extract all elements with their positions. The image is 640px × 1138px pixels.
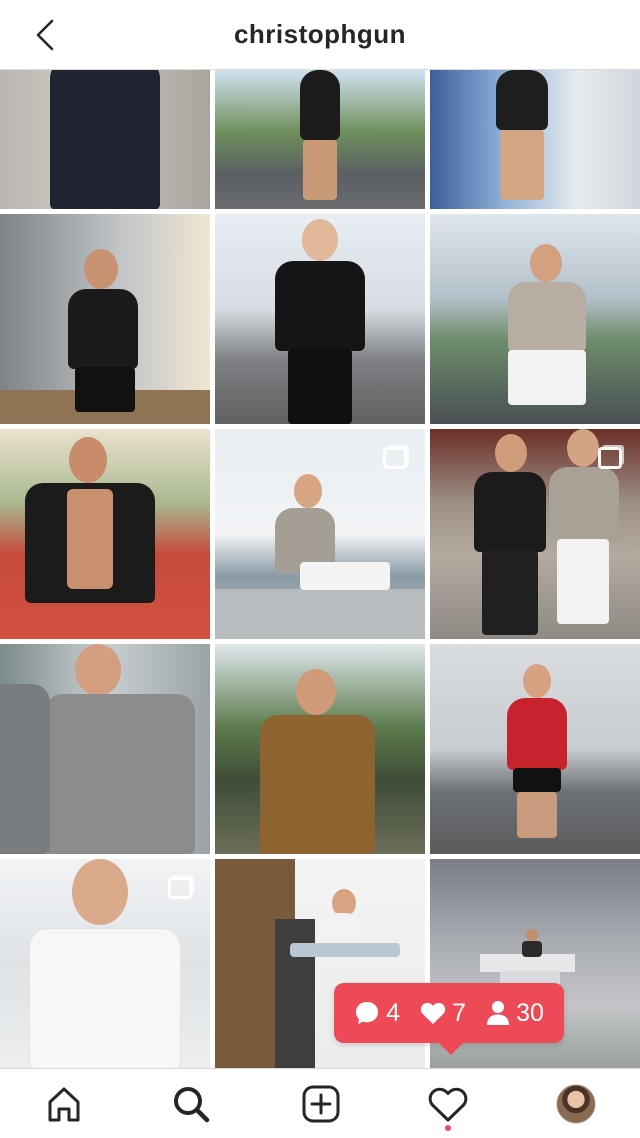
comments-count-value: 4 xyxy=(386,998,400,1027)
grid-post-9[interactable] xyxy=(430,429,640,639)
search-icon xyxy=(174,1087,210,1123)
grid-post-8[interactable] xyxy=(215,429,425,639)
comment-icon xyxy=(356,1002,379,1024)
grid-post-10[interactable] xyxy=(0,644,210,854)
followers-count-value: 30 xyxy=(516,998,544,1027)
followers-count: 30 xyxy=(486,999,544,1028)
tab-home[interactable] xyxy=(40,1081,88,1127)
profile-avatar xyxy=(556,1084,596,1124)
top-header: christophgun xyxy=(0,0,640,70)
comments-count: 4 xyxy=(354,999,400,1028)
tab-activity[interactable] xyxy=(424,1081,472,1127)
grid-post-1[interactable] xyxy=(0,70,210,209)
activity-notification-bubble[interactable]: 4 7 30 xyxy=(334,983,564,1055)
photo-grid xyxy=(0,70,640,1068)
grid-post-3[interactable] xyxy=(430,70,640,209)
grid-post-13[interactable] xyxy=(0,859,210,1068)
grid-post-6[interactable] xyxy=(430,214,640,424)
add-post-icon xyxy=(302,1085,340,1123)
person-icon xyxy=(487,1001,510,1025)
grid-post-5[interactable] xyxy=(215,214,425,424)
home-icon xyxy=(48,1087,80,1122)
heart-icon xyxy=(420,1002,446,1024)
grid-post-7[interactable] xyxy=(0,429,210,639)
tab-new-post[interactable] xyxy=(297,1081,345,1127)
activity-heart-icon xyxy=(428,1087,468,1122)
multiple-photos-icon xyxy=(598,447,622,469)
multiple-photos-icon xyxy=(168,877,192,899)
bottom-tab-bar xyxy=(0,1068,640,1138)
tab-profile[interactable] xyxy=(552,1081,600,1127)
multiple-photos-icon xyxy=(383,447,407,469)
likes-count-value: 7 xyxy=(452,998,466,1027)
grid-post-11[interactable] xyxy=(215,644,425,854)
tab-search[interactable] xyxy=(167,1081,215,1127)
grid-post-12[interactable] xyxy=(430,644,640,854)
activity-notification-dot xyxy=(445,1125,451,1131)
grid-post-4[interactable] xyxy=(0,214,210,424)
likes-count: 7 xyxy=(420,999,466,1028)
grid-post-2[interactable] xyxy=(215,70,425,209)
profile-username-title: christophgun xyxy=(233,19,407,49)
